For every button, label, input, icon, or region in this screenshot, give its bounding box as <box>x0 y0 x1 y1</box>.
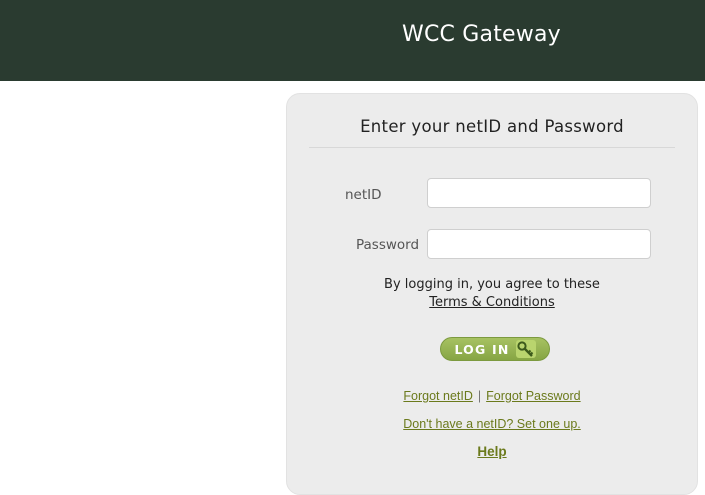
netid-label: netID <box>345 187 382 203</box>
password-input[interactable] <box>427 229 651 259</box>
help-link-row: Help <box>287 444 697 459</box>
site-title: WCC Gateway <box>402 22 561 47</box>
login-heading: Enter your netID and Password <box>360 117 624 136</box>
forgot-links-row: Forgot netID | Forgot Password <box>287 389 697 403</box>
forgot-netid-link[interactable]: Forgot netID <box>403 389 472 403</box>
divider <box>309 147 675 148</box>
key-icon <box>515 340 536 358</box>
login-button[interactable]: LOG IN <box>440 337 550 361</box>
terms-link-row: Terms & Conditions <box>287 295 697 310</box>
netid-input[interactable] <box>427 178 651 208</box>
terms-conditions-link[interactable]: Terms & Conditions <box>429 295 555 310</box>
link-separator: | <box>477 389 482 403</box>
login-button-label: LOG IN <box>454 341 510 357</box>
login-panel: Enter your netID and Password netID Pass… <box>286 93 698 495</box>
help-link[interactable]: Help <box>477 444 506 459</box>
password-label: Password <box>356 237 420 253</box>
setup-link-row: Don't have a netID? Set one up. <box>287 417 697 431</box>
setup-netid-link[interactable]: Don't have a netID? Set one up. <box>403 417 581 431</box>
terms-agreement-text: By logging in, you agree to these <box>384 277 600 292</box>
header-bar: WCC Gateway <box>0 0 705 81</box>
forgot-password-link[interactable]: Forgot Password <box>486 389 580 403</box>
